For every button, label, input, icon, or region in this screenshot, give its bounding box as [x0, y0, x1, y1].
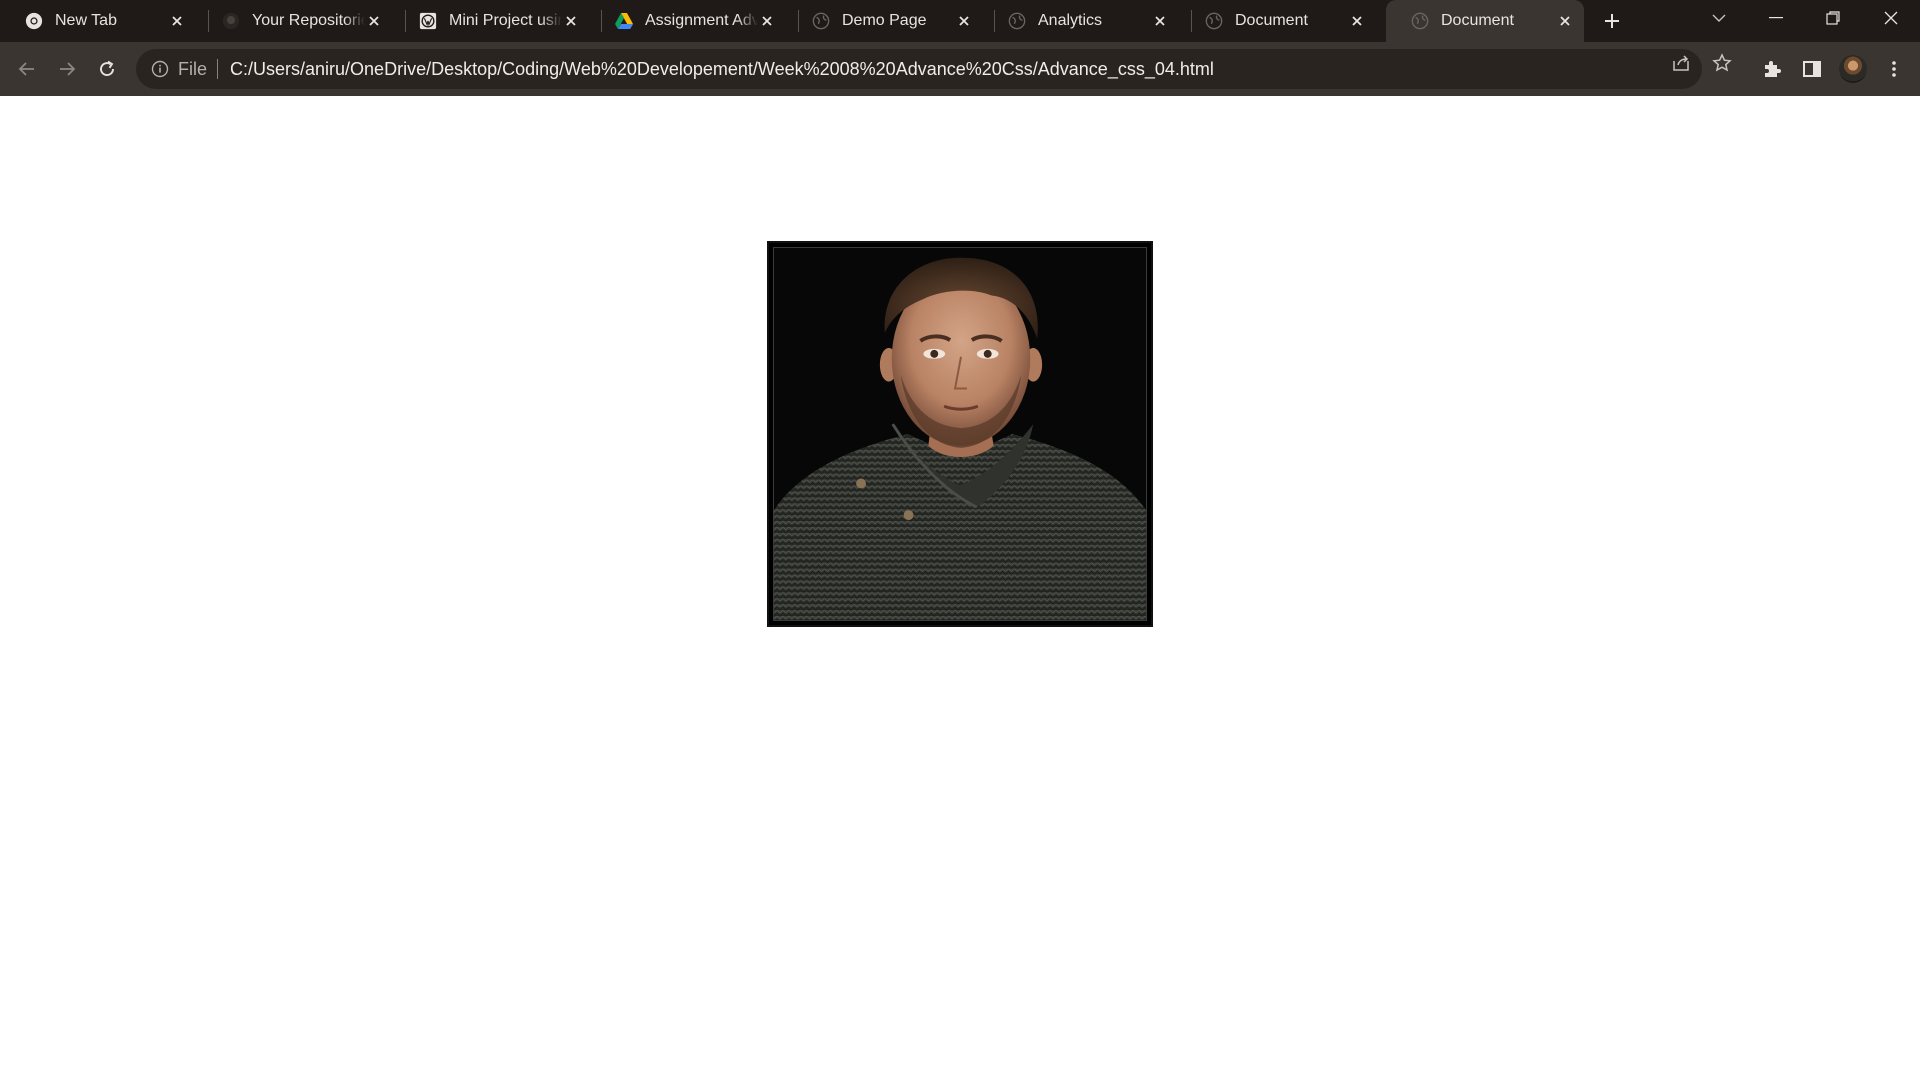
browser-toolbar: File C:/Users/aniru/OneDrive/Desktop/Cod… — [0, 42, 1920, 96]
tab-search-button[interactable] — [1696, 0, 1742, 36]
portrait-image — [773, 247, 1147, 621]
wordpress-icon — [418, 11, 438, 31]
close-window-button[interactable] — [1868, 0, 1914, 36]
tab-demo-page[interactable]: Demo Page — [787, 0, 983, 42]
restore-button[interactable] — [1810, 0, 1856, 36]
minimize-button[interactable] — [1753, 0, 1799, 36]
tab-new-tab[interactable]: New Tab — [0, 0, 196, 42]
kebab-menu-icon[interactable] — [1879, 54, 1909, 84]
github-icon — [221, 11, 241, 31]
tab-mini-project[interactable]: Mini Project using — [394, 0, 590, 42]
tab-title: New Tab — [55, 12, 117, 29]
tab-title: Demo Page — [842, 12, 927, 29]
close-icon[interactable] — [955, 12, 973, 30]
url-scheme-label: File — [178, 58, 208, 79]
url-text[interactable]: C:/Users/aniru/OneDrive/Desktop/Coding/W… — [230, 59, 1214, 80]
tab-assignment-advance[interactable]: Assignment Advance — [590, 0, 786, 42]
close-icon[interactable] — [1151, 12, 1169, 30]
share-icon[interactable] — [1670, 52, 1692, 74]
close-icon[interactable] — [168, 12, 186, 30]
tab-strip: New Tab Your Repositories Mini Project u… — [0, 0, 1920, 42]
side-panel-icon[interactable] — [1797, 54, 1827, 84]
tab-document[interactable]: Document — [1180, 0, 1376, 42]
address-bar[interactable]: File C:/Users/aniru/OneDrive/Desktop/Cod… — [136, 49, 1702, 89]
close-icon[interactable] — [562, 12, 580, 30]
url-divider — [217, 59, 219, 79]
close-icon[interactable] — [1348, 12, 1366, 30]
globe-icon — [811, 11, 831, 31]
forward-button[interactable] — [52, 54, 82, 84]
new-tab-button[interactable] — [1599, 8, 1625, 34]
portrait-frame — [767, 241, 1153, 627]
reload-button[interactable] — [92, 54, 122, 84]
globe-icon — [1410, 11, 1430, 31]
bookmark-star-icon[interactable] — [1711, 52, 1733, 74]
tab-title: Document — [1441, 12, 1514, 29]
info-icon[interactable] — [150, 59, 170, 79]
back-button[interactable] — [12, 54, 42, 84]
tab-analytics[interactable]: Analytics — [983, 0, 1179, 42]
close-icon[interactable] — [758, 12, 776, 30]
globe-icon — [1007, 11, 1027, 31]
page-content — [0, 96, 1920, 1078]
tab-title: Analytics — [1038, 12, 1103, 29]
close-icon[interactable] — [365, 12, 383, 30]
globe-icon — [1204, 11, 1224, 31]
extensions-icon[interactable] — [1757, 54, 1787, 84]
close-icon[interactable] — [1556, 12, 1574, 30]
tab-title: Assignment Advance — [645, 12, 758, 29]
profile-avatar[interactable] — [1839, 55, 1867, 83]
tab-document-active[interactable]: Document — [1386, 0, 1584, 42]
tab-title: Mini Project using — [449, 12, 562, 29]
tab-title: Document — [1235, 12, 1308, 29]
tab-title: Your Repositories — [252, 12, 365, 29]
google-drive-icon — [614, 11, 634, 31]
tab-your-repositories[interactable]: Your Repositories — [197, 0, 393, 42]
chrome-icon — [24, 11, 44, 31]
